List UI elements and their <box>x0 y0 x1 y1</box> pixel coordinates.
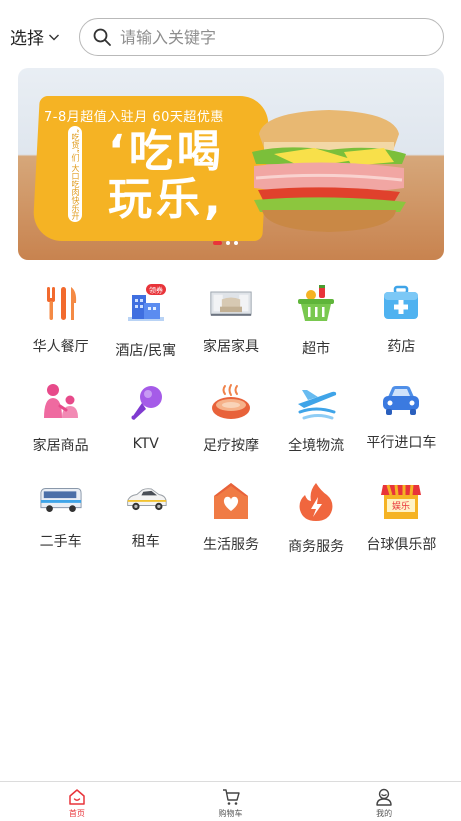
city-select[interactable]: 选择 <box>10 24 60 49</box>
banner-dot-2[interactable] <box>226 241 230 245</box>
category-supermarket[interactable]: 超市 <box>274 283 359 357</box>
tab-label: 我的 <box>376 809 393 818</box>
banner-headline-line1: ‘吃喝 <box>108 126 225 177</box>
badge-text: 领券 <box>149 286 163 295</box>
category-car-rental[interactable]: 租车 <box>103 481 188 551</box>
category-pharmacy[interactable]: 药店 <box>359 283 444 355</box>
banner-dot-1[interactable] <box>213 241 222 245</box>
header: 选择 <box>0 0 461 68</box>
category-logistics[interactable]: 全境物流 <box>274 382 359 454</box>
airplane-icon <box>298 390 337 420</box>
category-label: 租车 <box>131 534 160 550</box>
category-used-car[interactable]: 二手车 <box>18 481 103 551</box>
banner-headline-line2: 玩乐, <box>108 174 225 225</box>
category-foot-massage[interactable]: 足疗按摩 <box>188 382 273 454</box>
badge-text: 娱乐 <box>392 500 410 512</box>
category-label: KTV <box>132 436 159 452</box>
fork-knife-icon <box>46 287 76 320</box>
category-label: 超市 <box>302 341 331 357</box>
banner-pagination <box>213 241 238 245</box>
sandwich-image <box>252 110 406 232</box>
car-icon <box>383 385 420 415</box>
category-label: 足疗按摩 <box>202 438 259 454</box>
shopping-basket-icon <box>298 285 335 321</box>
tab-label: 首页 <box>68 809 85 818</box>
microphone-icon <box>131 385 162 420</box>
category-chinese-restaurant[interactable]: 华人餐厅 <box>18 283 103 355</box>
tab-label: 购物车 <box>218 809 243 818</box>
medicine-box-icon <box>384 285 419 319</box>
category-label: 家居家具 <box>202 339 259 355</box>
category-business-service[interactable]: 商务服务 <box>274 481 359 555</box>
category-label: 二手车 <box>39 534 82 550</box>
chevron-down-icon <box>49 34 59 40</box>
category-grid: 华人餐厅 领券 酒店/民寓 家居家具 超市 药店 家居商品 KTV 足疗按摩 全… <box>18 283 444 555</box>
banner-vertical-text: “吃货”们 大口吃肉快乐开业 <box>68 126 82 222</box>
user-icon <box>376 788 392 806</box>
category-label: 商务服务 <box>288 539 345 555</box>
flame-icon <box>299 483 333 521</box>
banner-headline: ‘吃喝 玩乐, <box>108 128 225 224</box>
sofa-icon <box>210 291 252 316</box>
banner-subtitle: 7-8月超值入驻月 60天超优惠 <box>44 110 224 125</box>
bottom-tab-bar: 首页 购物车 我的 <box>0 781 461 821</box>
category-life-service[interactable]: 生活服务 <box>188 481 273 553</box>
search-input[interactable] <box>120 27 420 47</box>
home-icon <box>69 789 85 805</box>
category-label: 家居商品 <box>32 438 89 454</box>
hotel-building-icon: 领券 <box>127 284 166 321</box>
foot-bath-icon <box>211 384 250 419</box>
category-billiards-club[interactable]: 娱乐 台球俱乐部 <box>359 481 444 553</box>
promo-banner[interactable]: 7-8月超值入驻月 60天超优惠 “吃货”们 大口吃肉快乐开业 ‘吃喝 玩乐, <box>18 68 444 260</box>
search-box[interactable] <box>79 18 444 56</box>
category-label: 酒店/民寓 <box>115 343 177 359</box>
house-heart-icon <box>213 483 248 519</box>
category-ktv[interactable]: KTV <box>103 382 188 452</box>
category-hotel[interactable]: 领券 酒店/民寓 <box>103 283 188 359</box>
category-furniture[interactable]: 家居家具 <box>188 283 273 355</box>
category-label: 平行进口车 <box>366 435 437 451</box>
category-home-goods[interactable]: 家居商品 <box>18 382 103 454</box>
category-label: 台球俱乐部 <box>366 537 437 553</box>
city-select-label: 选择 <box>10 29 44 49</box>
search-icon <box>93 28 111 46</box>
bus-icon <box>40 487 82 512</box>
category-label: 生活服务 <box>202 537 259 553</box>
cart-icon <box>222 789 240 805</box>
tab-home[interactable]: 首页 <box>0 782 154 821</box>
tab-cart[interactable]: 购物车 <box>154 782 308 821</box>
category-label: 全境物流 <box>288 438 345 454</box>
tab-mine[interactable]: 我的 <box>307 782 461 821</box>
category-label: 药店 <box>387 339 416 355</box>
family-icon <box>43 384 78 418</box>
banner-dot-3[interactable] <box>234 241 238 245</box>
category-label: 华人餐厅 <box>32 339 89 355</box>
category-parallel-import-car[interactable]: 平行进口车 <box>359 382 444 452</box>
taxi-icon <box>126 487 167 510</box>
entertainment-shop-icon: 娱乐 <box>381 484 422 519</box>
